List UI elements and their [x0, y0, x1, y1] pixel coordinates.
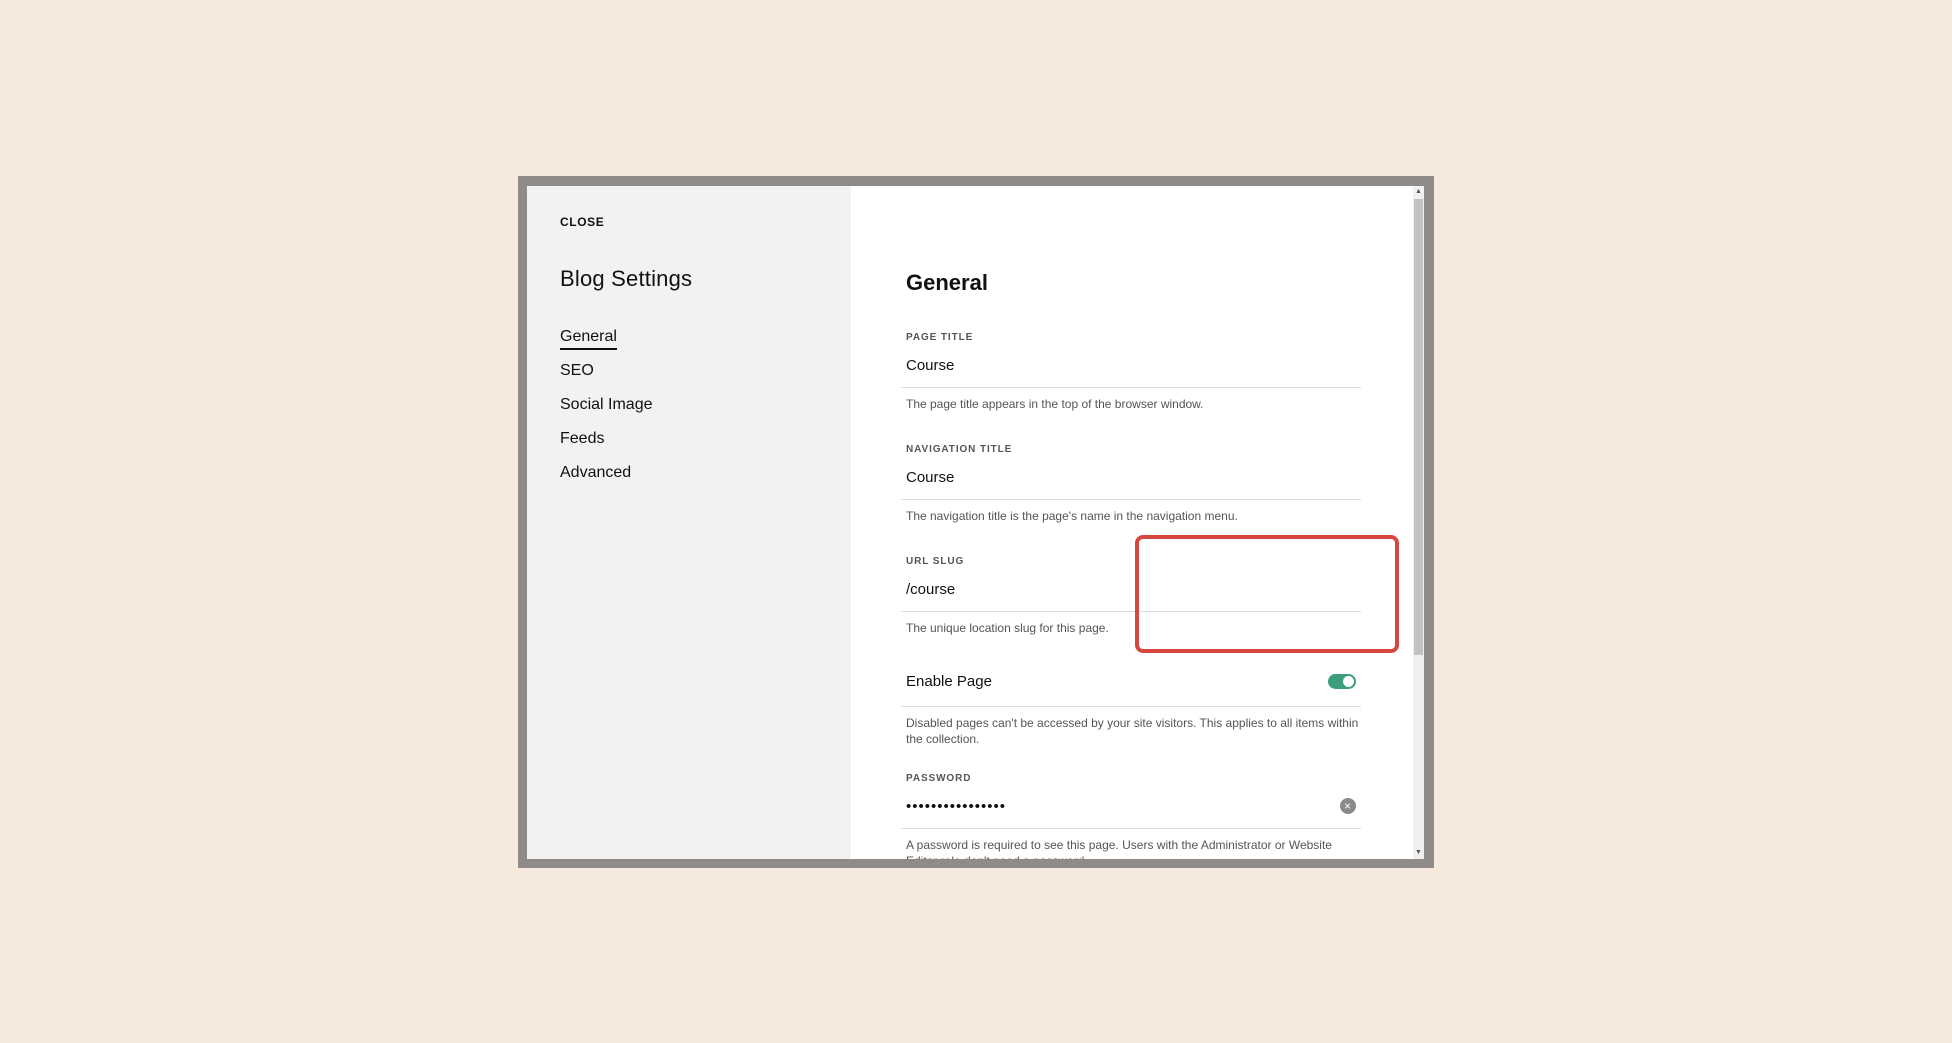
- scroll-thumb[interactable]: [1414, 199, 1423, 655]
- url-slug-input[interactable]: /course: [901, 581, 1361, 612]
- sidebar-title: Blog Settings: [560, 266, 693, 291]
- nav-item-general[interactable]: General: [560, 327, 653, 361]
- vertical-scrollbar[interactable]: ▲ ▼: [1413, 186, 1424, 859]
- scroll-down-icon[interactable]: ▼: [1413, 847, 1424, 859]
- nav-item-advanced[interactable]: Advanced: [560, 463, 653, 497]
- url-slug-field: URL SLUG /course The unique location slu…: [901, 556, 1361, 636]
- clear-icon[interactable]: ×: [1340, 798, 1356, 814]
- password-input[interactable]: •••••••••••••••• ×: [901, 798, 1361, 829]
- modal-frame: CLOSE Blog Settings General SEO Social I…: [518, 176, 1434, 868]
- scroll-up-icon[interactable]: ▲: [1413, 186, 1424, 198]
- close-button[interactable]: CLOSE: [560, 215, 604, 229]
- settings-nav: General SEO Social Image Feeds Advanced: [560, 327, 653, 497]
- password-field: PASSWORD •••••••••••••••• × A password i…: [901, 773, 1361, 859]
- nav-item-feeds[interactable]: Feeds: [560, 429, 653, 463]
- blog-settings-dialog: CLOSE Blog Settings General SEO Social I…: [527, 186, 1424, 859]
- nav-item-social-image[interactable]: Social Image: [560, 395, 653, 429]
- enable-page-label: Enable Page: [901, 672, 1361, 707]
- navigation-title-field: NAVIGATION TITLE Course The navigation t…: [901, 444, 1361, 524]
- url-slug-label: URL SLUG: [906, 556, 965, 567]
- enable-page-help: Disabled pages can't be accessed by your…: [906, 716, 1359, 746]
- enable-page-row: Enable Page Disabled pages can't be acce…: [901, 672, 1361, 747]
- page-title-input[interactable]: Course: [901, 357, 1361, 388]
- navigation-title-label: NAVIGATION TITLE: [906, 444, 1013, 455]
- settings-panel: General PAGE TITLE Course The page title…: [851, 186, 1424, 859]
- settings-sidebar: CLOSE Blog Settings General SEO Social I…: [527, 186, 851, 859]
- page-title-label: PAGE TITLE: [906, 332, 974, 343]
- password-help: A password is required to see this page.…: [906, 838, 1332, 859]
- nav-item-seo[interactable]: SEO: [560, 361, 653, 395]
- section-title: General: [906, 270, 988, 295]
- password-label: PASSWORD: [906, 773, 972, 784]
- page-title-help: The page title appears in the top of the…: [906, 397, 1204, 411]
- navigation-title-input[interactable]: Course: [901, 469, 1361, 500]
- page-title-field: PAGE TITLE Course The page title appears…: [901, 332, 1361, 412]
- navigation-title-help: The navigation title is the page's name …: [906, 509, 1238, 523]
- enable-page-toggle[interactable]: [1328, 674, 1356, 689]
- url-slug-help: The unique location slug for this page.: [906, 621, 1109, 635]
